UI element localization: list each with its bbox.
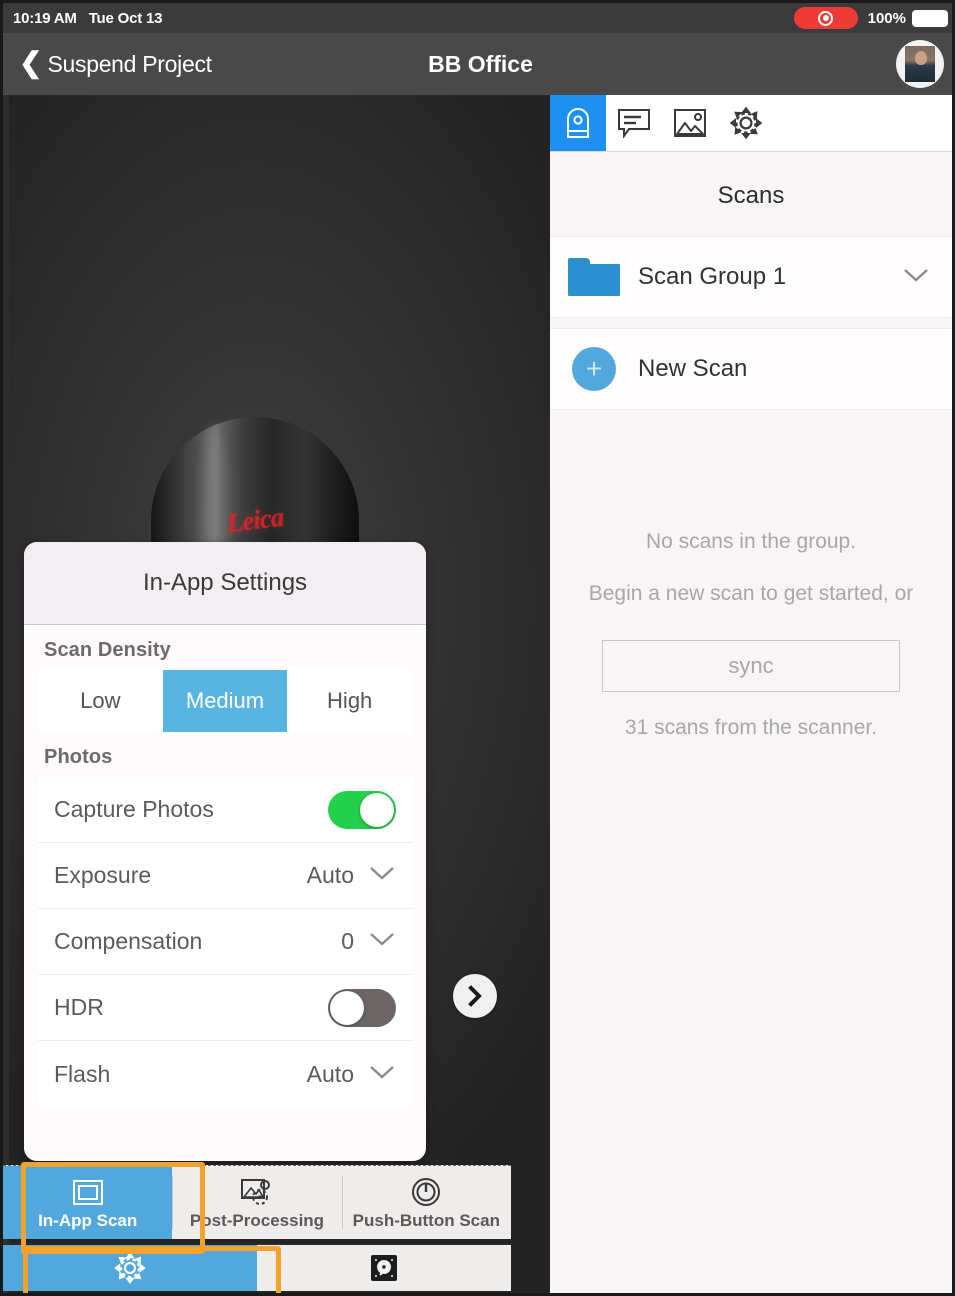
chevron-down-icon[interactable] xyxy=(368,930,396,953)
density-option-low[interactable]: Low xyxy=(38,670,163,732)
toggle-knob xyxy=(360,792,394,827)
power-button-icon xyxy=(410,1174,442,1208)
toggle-knob xyxy=(330,990,364,1025)
hdr-toggle[interactable] xyxy=(328,988,396,1027)
exposure-value: Auto xyxy=(306,862,354,888)
avatar-head xyxy=(915,51,927,65)
tab-settings[interactable] xyxy=(718,95,774,151)
flash-row[interactable]: Flash Auto xyxy=(38,1041,412,1107)
settings-card-title: In-App Settings xyxy=(24,542,426,625)
scans-panel: Scans Scan Group 1 + New Scan No scans i… xyxy=(550,95,952,1293)
hdr-row[interactable]: HDR xyxy=(38,975,412,1041)
storage-tool-button[interactable] xyxy=(257,1245,511,1291)
tab-scans[interactable] xyxy=(550,95,606,151)
push-button-scan-button[interactable]: Push-Button Scan xyxy=(341,1166,511,1239)
chevron-left-icon: ❮ xyxy=(19,47,43,78)
chevron-down-icon[interactable] xyxy=(902,266,930,289)
suspend-project-label: Suspend Project xyxy=(47,50,212,77)
status-date: Tue Oct 13 xyxy=(88,9,163,27)
record-dot xyxy=(822,15,829,21)
hdr-label: HDR xyxy=(54,994,104,1020)
in-app-scan-icon xyxy=(71,1174,105,1208)
tab-images[interactable] xyxy=(662,95,718,151)
compensation-value: 0 xyxy=(341,928,354,954)
toolbar-secondary-row xyxy=(3,1243,511,1291)
new-scan-label: New Scan xyxy=(638,355,748,382)
post-processing-button[interactable]: Post-Processing xyxy=(172,1166,341,1239)
folder-icon xyxy=(568,258,620,296)
navigation-bar: ❮ Suspend Project BB Office xyxy=(3,33,952,95)
scan-density-header: Scan Density xyxy=(24,625,426,670)
capture-photos-toggle[interactable] xyxy=(328,790,396,829)
app-screen: 10:19 AM Tue Oct 13 100% ❮ Suspend Proje… xyxy=(0,0,955,1296)
folder-body xyxy=(568,264,620,296)
density-option-medium[interactable]: Medium xyxy=(162,670,288,732)
compensation-row[interactable]: Compensation 0 xyxy=(38,909,412,975)
plus-glyph: + xyxy=(585,353,603,384)
image-tab-icon xyxy=(674,109,706,137)
battery-icon xyxy=(912,9,948,27)
gear-icon xyxy=(114,1252,146,1284)
viewport-left-edge xyxy=(3,95,9,1293)
post-processing-icon xyxy=(240,1174,274,1208)
toolbar-mode-row: In-App Scan Post-Processing Push-Button … xyxy=(3,1165,511,1239)
scan-group-label: Scan Group 1 xyxy=(638,263,787,290)
scanner-tab-icon xyxy=(567,108,589,138)
capture-photos-row[interactable]: Capture Photos xyxy=(38,777,412,843)
chevron-down-icon[interactable] xyxy=(368,1063,396,1086)
row-gap xyxy=(550,318,952,328)
post-processing-label: Post-Processing xyxy=(189,1211,325,1230)
density-option-high[interactable]: High xyxy=(287,670,412,732)
compensation-label: Compensation xyxy=(54,928,203,954)
chevron-right-icon xyxy=(468,985,482,1007)
avatar[interactable] xyxy=(896,40,944,88)
exposure-row[interactable]: Exposure Auto xyxy=(38,843,412,909)
capture-photos-label: Capture Photos xyxy=(54,796,214,822)
hard-disk-icon xyxy=(371,1255,397,1281)
panel-tabbar xyxy=(550,95,952,152)
in-app-settings-card: In-App Settings Scan Density Low Medium … xyxy=(24,542,426,1161)
status-bar: 10:19 AM Tue Oct 13 100% xyxy=(3,3,952,33)
sync-button[interactable]: sync xyxy=(602,640,900,692)
battery-percent-label: 100% xyxy=(867,9,906,27)
settings-tool-button[interactable] xyxy=(3,1245,257,1291)
flash-value: Auto xyxy=(306,1060,354,1087)
annotation-tab-icon xyxy=(618,109,650,138)
scan-density-segmented-control: Low Medium High xyxy=(38,670,412,732)
tab-annotations[interactable] xyxy=(606,95,662,151)
in-app-scan-button[interactable]: In-App Scan xyxy=(3,1166,173,1239)
push-button-scan-label: Push-Button Scan xyxy=(352,1211,500,1230)
empty-line-3: 31 scans from the scanner. xyxy=(624,716,878,739)
scan-group-row[interactable]: Scan Group 1 xyxy=(550,236,952,318)
plus-circle-icon: + xyxy=(572,347,616,391)
in-app-scan-label: In-App Scan xyxy=(38,1211,138,1230)
status-time: 10:19 AM xyxy=(13,9,77,27)
empty-line-1: No scans in the group. xyxy=(645,530,857,553)
new-scan-row[interactable]: + New Scan xyxy=(550,328,952,410)
photos-header: Photos xyxy=(24,732,426,777)
record-indicator-icon xyxy=(793,7,858,29)
exposure-label: Exposure xyxy=(54,862,152,888)
expand-panel-button[interactable] xyxy=(453,974,497,1018)
gear-tab-icon xyxy=(729,106,763,140)
empty-state: No scans in the group. Begin a new scan … xyxy=(550,410,952,740)
bottom-toolbar: In-App Scan Post-Processing Push-Button … xyxy=(3,1157,952,1293)
flash-label: Flash xyxy=(54,1060,111,1087)
panel-title: Scans xyxy=(717,182,785,209)
suspend-project-button[interactable]: ❮ Suspend Project xyxy=(3,47,212,78)
record-ring xyxy=(818,10,834,26)
empty-line-2: Begin a new scan to get started, or xyxy=(588,582,914,605)
chevron-down-icon[interactable] xyxy=(368,864,396,887)
